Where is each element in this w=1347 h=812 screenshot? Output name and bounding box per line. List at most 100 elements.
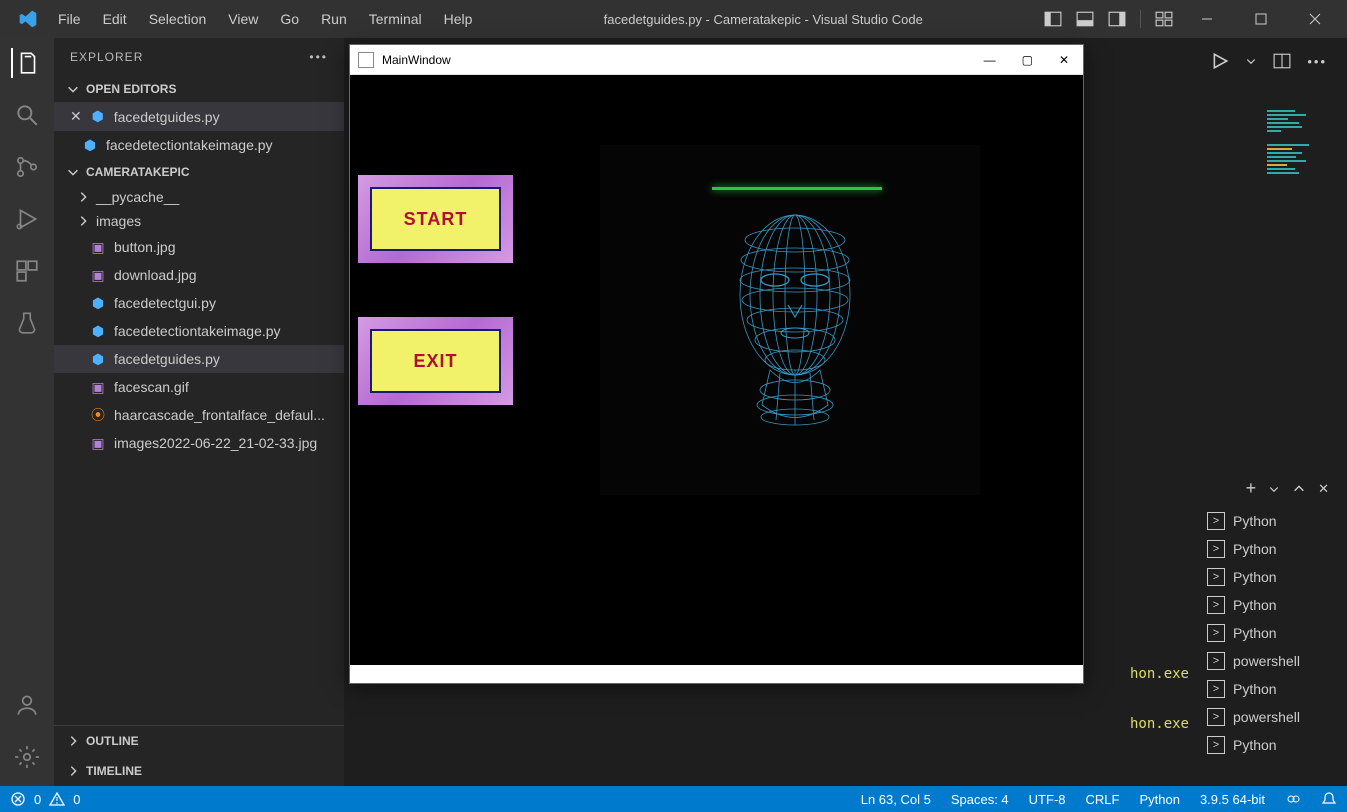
open-editor-item[interactable]: ⬢ facedetectiontakeimage.py [54, 131, 344, 159]
mw-maximize-button[interactable]: ▢ [1022, 53, 1033, 67]
python-file-icon: ⬢ [90, 295, 106, 311]
new-terminal-icon[interactable]: + [1246, 478, 1257, 499]
app-icon [358, 52, 374, 68]
menu-terminal[interactable]: Terminal [359, 5, 432, 33]
terminal-label: Python [1233, 513, 1277, 529]
chevron-down-icon[interactable] [1268, 483, 1280, 495]
status-lncol[interactable]: Ln 63, Col 5 [861, 792, 931, 807]
layout-panel-right-icon[interactable] [1108, 10, 1126, 28]
mw-minimize-button[interactable]: — [984, 53, 996, 67]
menu-go[interactable]: Go [270, 5, 309, 33]
close-icon[interactable]: ✕ [70, 108, 82, 125]
terminal-list-item[interactable]: >Python [1203, 563, 1341, 591]
menu-run[interactable]: Run [311, 5, 357, 33]
folder-label: images [96, 213, 141, 229]
file-label: facedetectiontakeimage.py [114, 323, 281, 339]
terminal-icon: > [1207, 652, 1225, 670]
error-count[interactable]: 0 [34, 792, 41, 807]
status-python-version[interactable]: 3.9.5 64-bit [1200, 792, 1265, 807]
file-label: haarcascade_frontalface_defaul... [114, 407, 325, 423]
terminal-list-item[interactable]: >Python [1203, 591, 1341, 619]
window-minimize-button[interactable] [1187, 4, 1227, 34]
activity-settings[interactable] [12, 742, 42, 772]
timeline-section[interactable]: TIMELINE [54, 756, 344, 786]
file-label: facescan.gif [114, 379, 189, 395]
mainwindow-title: MainWindow [382, 53, 451, 67]
sidebar-explorer: EXPLORER ••• OPEN EDITORS ✕ ⬢ facedetgui… [54, 38, 344, 786]
chevron-up-icon[interactable] [1292, 482, 1306, 496]
menu-view[interactable]: View [218, 5, 268, 33]
terminal-list-item[interactable]: > Python [1203, 619, 1341, 647]
terminal-list-item[interactable]: >Python [1203, 675, 1341, 703]
folder-item[interactable]: __pycache__ [54, 185, 344, 209]
activity-source-control[interactable] [12, 152, 42, 182]
run-icon[interactable] [1211, 52, 1229, 70]
timeline-label: TIMELINE [86, 764, 142, 778]
split-editor-icon[interactable] [1273, 52, 1291, 70]
status-spaces[interactable]: Spaces: 4 [951, 792, 1009, 807]
terminal-list-item[interactable]: >Python [1203, 535, 1341, 563]
menu-help[interactable]: Help [434, 5, 483, 33]
project-header[interactable]: CAMERATAKEPIC [54, 159, 344, 185]
terminal-icon: > [1207, 624, 1225, 642]
menu-file[interactable]: File [48, 5, 91, 33]
terminal-list-item[interactable]: >powershell [1203, 647, 1341, 675]
minimap[interactable] [1267, 108, 1337, 358]
file-item[interactable]: ⬢facedetectgui.py [54, 289, 344, 317]
activity-accounts[interactable] [12, 690, 42, 720]
status-language[interactable]: Python [1139, 792, 1179, 807]
activity-explorer[interactable] [11, 48, 41, 78]
terminal-label: Python [1233, 737, 1277, 753]
window-maximize-button[interactable] [1241, 4, 1281, 34]
wireframe-face-icon [700, 195, 890, 455]
activity-run-debug[interactable] [12, 204, 42, 234]
warning-icon[interactable] [49, 791, 65, 807]
file-item[interactable]: ⬢facedetectiontakeimage.py [54, 317, 344, 345]
activity-search[interactable] [12, 100, 42, 130]
customize-layout-icon[interactable] [1155, 10, 1173, 28]
activity-extensions[interactable] [12, 256, 42, 286]
activity-testing[interactable] [12, 308, 42, 338]
file-item[interactable]: ⬢facedetguides.py [54, 345, 344, 373]
open-editor-label: facedetguides.py [114, 109, 220, 125]
file-item[interactable]: ▣facescan.gif [54, 373, 344, 401]
start-button[interactable]: START [358, 175, 513, 263]
exit-button[interactable]: EXIT [358, 317, 513, 405]
editor-more-icon[interactable]: ••• [1307, 54, 1327, 69]
terminal-list-item[interactable]: >powershell [1203, 703, 1341, 731]
open-editor-item[interactable]: ✕ ⬢ facedetguides.py [54, 102, 344, 131]
layout-panel-bottom-icon[interactable] [1076, 10, 1094, 28]
file-item[interactable]: ▣button.jpg [54, 233, 344, 261]
mainwindow-titlebar[interactable]: MainWindow — ▢ ✕ [350, 45, 1083, 75]
menu-edit[interactable]: Edit [93, 5, 137, 33]
terminal-list-item[interactable]: >Python [1203, 731, 1341, 759]
layout-panel-left-icon[interactable] [1044, 10, 1062, 28]
error-icon[interactable] [10, 791, 26, 807]
chevron-right-icon [66, 764, 80, 778]
menu-selection[interactable]: Selection [139, 5, 217, 33]
file-item[interactable]: ▣images2022-06-22_21-02-33.jpg [54, 429, 344, 457]
explorer-more-icon[interactable]: ••• [309, 50, 328, 64]
warning-count[interactable]: 0 [73, 792, 80, 807]
outline-section[interactable]: OUTLINE [54, 726, 344, 756]
window-close-button[interactable] [1295, 4, 1335, 34]
image-file-icon: ▣ [90, 435, 106, 451]
scan-line [712, 187, 882, 190]
terminal-icon: > [1207, 568, 1225, 586]
feedback-icon[interactable] [1285, 791, 1301, 807]
status-eol[interactable]: CRLF [1086, 792, 1120, 807]
open-editors-header[interactable]: OPEN EDITORS [54, 76, 344, 102]
folder-item[interactable]: images [54, 209, 344, 233]
python-file-icon: ⬢ [82, 137, 98, 153]
bell-icon[interactable] [1321, 791, 1337, 807]
terminal-list-item[interactable]: >Python [1203, 507, 1341, 535]
python-file-icon: ⬢ [90, 351, 106, 367]
file-item[interactable]: ⦿haarcascade_frontalface_defaul... [54, 401, 344, 429]
status-encoding[interactable]: UTF-8 [1029, 792, 1066, 807]
mw-close-button[interactable]: ✕ [1059, 53, 1069, 67]
terminal-label: Python [1233, 625, 1277, 641]
close-panel-icon[interactable]: ✕ [1318, 481, 1329, 497]
chevron-down-icon[interactable] [1245, 55, 1257, 67]
file-item[interactable]: ▣download.jpg [54, 261, 344, 289]
chevron-down-icon [66, 165, 80, 179]
